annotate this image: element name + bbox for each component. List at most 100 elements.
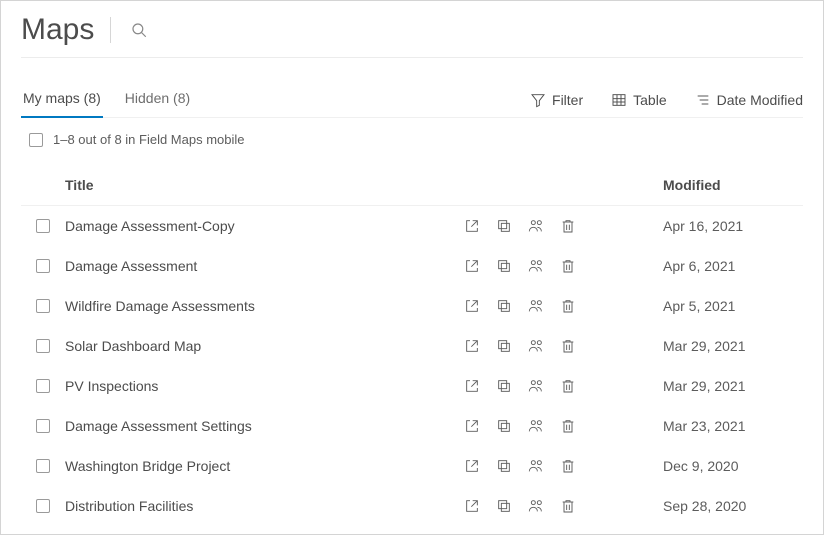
row-modified: Sep 28, 2020 [663,498,803,514]
table-row[interactable]: Damage Assessment-Copy [21,206,803,246]
select-all-checkbox[interactable] [29,133,43,147]
open-external-icon [464,498,480,514]
table-header-row: Title Modified [21,165,803,206]
selection-summary-row: 1–8 out of 8 in Field Maps mobile [29,132,803,147]
column-header-modified[interactable]: Modified [663,177,803,193]
trash-icon [560,258,576,274]
delete-button[interactable] [559,217,577,235]
duplicate-icon [496,378,512,394]
table-row[interactable]: Damage Assessment Settings [21,406,803,446]
duplicate-icon [496,458,512,474]
open-external-button[interactable] [463,297,481,315]
share-button[interactable] [527,497,545,515]
open-external-button[interactable] [463,497,481,515]
search-icon [130,21,148,39]
duplicate-icon [496,218,512,234]
trash-icon [560,298,576,314]
tab-hidden[interactable]: Hidden (8) [123,82,192,118]
row-checkbox[interactable] [36,219,50,233]
row-title: Solar Dashboard Map [65,338,463,354]
delete-button[interactable] [559,497,577,515]
row-checkbox[interactable] [36,499,50,513]
table-body: Damage Assessment-Copy [21,206,803,526]
row-modified: Dec 9, 2020 [663,458,803,474]
duplicate-button[interactable] [495,417,513,435]
share-button[interactable] [527,297,545,315]
duplicate-button[interactable] [495,217,513,235]
row-checkbox[interactable] [36,379,50,393]
share-group-icon [527,258,545,274]
duplicate-button[interactable] [495,457,513,475]
table-row[interactable]: PV Inspections [21,366,803,406]
header-divider [110,17,111,43]
trash-icon [560,458,576,474]
delete-button[interactable] [559,297,577,315]
row-title: Damage Assessment Settings [65,418,463,434]
duplicate-button[interactable] [495,497,513,515]
row-title: PV Inspections [65,378,463,394]
duplicate-icon [496,498,512,514]
share-button[interactable] [527,257,545,275]
delete-button[interactable] [559,257,577,275]
open-external-icon [464,338,480,354]
selection-summary-text: 1–8 out of 8 in Field Maps mobile [53,132,245,147]
trash-icon [560,418,576,434]
share-button[interactable] [527,457,545,475]
open-external-button[interactable] [463,217,481,235]
share-group-icon [527,218,545,234]
share-button[interactable] [527,337,545,355]
row-title: Damage Assessment-Copy [65,218,463,234]
table-row[interactable]: Solar Dashboard Map [21,326,803,366]
share-group-icon [527,338,545,354]
delete-button[interactable] [559,417,577,435]
table-row[interactable]: Distribution Facilities [21,486,803,526]
row-modified: Mar 29, 2021 [663,338,803,354]
share-group-icon [527,498,545,514]
row-checkbox[interactable] [36,419,50,433]
duplicate-icon [496,298,512,314]
column-header-title[interactable]: Title [65,177,463,193]
duplicate-button[interactable] [495,337,513,355]
duplicate-icon [496,338,512,354]
row-checkbox[interactable] [36,339,50,353]
table-row[interactable]: Damage Assessment [21,246,803,286]
row-modified: Mar 23, 2021 [663,418,803,434]
row-checkbox[interactable] [36,259,50,273]
duplicate-button[interactable] [495,297,513,315]
share-button[interactable] [527,377,545,395]
open-external-icon [464,458,480,474]
delete-button[interactable] [559,337,577,355]
delete-button[interactable] [559,377,577,395]
open-external-button[interactable] [463,417,481,435]
delete-button[interactable] [559,457,577,475]
table-view-label: Table [633,92,666,108]
search-button[interactable] [127,18,151,42]
row-checkbox[interactable] [36,459,50,473]
open-external-icon [464,418,480,434]
share-button[interactable] [527,417,545,435]
row-modified: Apr 6, 2021 [663,258,803,274]
open-external-icon [464,298,480,314]
row-checkbox[interactable] [36,299,50,313]
open-external-button[interactable] [463,457,481,475]
open-external-button[interactable] [463,337,481,355]
tab-my-maps[interactable]: My maps (8) [21,82,103,118]
filter-button[interactable]: Filter [530,92,583,108]
open-external-button[interactable] [463,377,481,395]
duplicate-button[interactable] [495,377,513,395]
table-row[interactable]: Wildfire Damage Assessments [21,286,803,326]
sort-label: Date Modified [717,92,803,108]
duplicate-button[interactable] [495,257,513,275]
table-row[interactable]: Washington Bridge Project [21,446,803,486]
share-button[interactable] [527,217,545,235]
share-group-icon [527,378,545,394]
open-external-icon [464,218,480,234]
open-external-button[interactable] [463,257,481,275]
open-external-icon [464,378,480,394]
share-group-icon [527,418,545,434]
sort-icon [695,92,711,108]
table-view-button[interactable]: Table [611,92,666,108]
sort-button[interactable]: Date Modified [695,92,803,108]
trash-icon [560,498,576,514]
row-title: Wildfire Damage Assessments [65,298,463,314]
